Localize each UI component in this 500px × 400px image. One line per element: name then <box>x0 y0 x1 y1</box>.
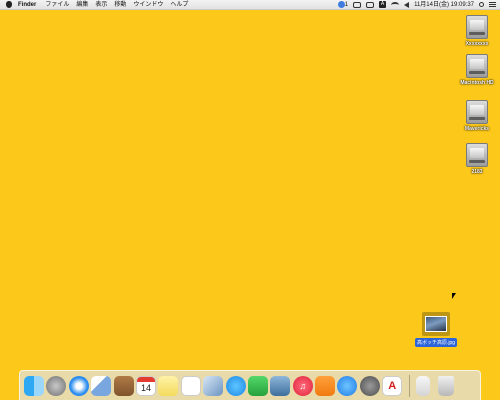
screens-status[interactable] <box>353 1 362 8</box>
clock[interactable]: 11月14日(金) 19:09:37 <box>414 0 474 10</box>
menu-bar: Finder ファイル 編集 表示 移動 ウインドウ ヘルプ 1 A 11月14… <box>0 0 500 10</box>
screens-icon <box>353 1 362 8</box>
status-menus: 1 A 11月14日(金) 19:09:37 <box>333 0 496 10</box>
desktop-file-jpg[interactable]: 高ボッチ高原.jpg <box>414 312 458 347</box>
mail-icon[interactable] <box>91 375 112 396</box>
drive-label: Xxxxxxxx <box>465 41 489 47</box>
hard-drive-icon <box>466 100 488 124</box>
menu-window[interactable]: ウインドウ <box>133 0 163 10</box>
sync-icon <box>337 1 345 8</box>
notes-icon[interactable] <box>158 375 179 396</box>
calendar-day: 14 <box>140 382 151 393</box>
drive-label: Mavericks <box>464 126 490 132</box>
desktop-drive-4[interactable]: 2183 <box>447 143 500 175</box>
wifi-icon <box>391 1 400 8</box>
desktop-drive-2[interactable]: Macintosh HD <box>447 54 500 86</box>
desktop-drive-3[interactable]: Mavericks <box>447 100 500 132</box>
app-store-icon[interactable] <box>337 375 358 396</box>
menu-app-finder[interactable]: Finder <box>18 0 36 10</box>
menu-edit[interactable]: 編集 <box>76 0 88 10</box>
finder-icon[interactable] <box>24 375 44 396</box>
music-note-icon: ♫ <box>299 380 307 391</box>
timemachine-status[interactable] <box>366 1 375 8</box>
image-thumbnail-icon <box>425 316 447 332</box>
contacts-icon[interactable] <box>113 375 134 396</box>
volume-status[interactable] <box>404 1 410 8</box>
file-label: 高ボッチ高原.jpg <box>414 338 458 347</box>
input-source-icon: A <box>379 1 387 8</box>
notification-center-icon <box>489 2 496 7</box>
documents-folder-icon[interactable] <box>415 375 430 396</box>
trash-icon[interactable] <box>437 375 454 396</box>
menu-view[interactable]: 表示 <box>95 0 107 10</box>
input-source-status[interactable]: A <box>379 1 387 8</box>
wifi-status[interactable] <box>391 1 400 8</box>
iphoto-icon[interactable] <box>270 375 291 396</box>
menu-file[interactable]: ファイル <box>45 0 69 10</box>
drive-label: Macintosh HD <box>460 80 494 86</box>
itunes-icon[interactable]: ♫ <box>292 375 313 396</box>
desktop-drive-1[interactable]: Xxxxxxxx <box>447 15 500 47</box>
volume-icon <box>404 1 410 8</box>
hard-drive-icon <box>466 15 488 39</box>
sync-status[interactable]: 1 <box>337 0 349 10</box>
facetime-icon[interactable] <box>247 375 268 396</box>
apple-menu-icon[interactable] <box>6 1 12 8</box>
drive-label: 2183 <box>471 169 483 175</box>
preview-icon[interactable] <box>203 375 224 396</box>
file-thumbnail-selection <box>422 312 450 336</box>
hard-drive-icon <box>466 143 488 167</box>
system-preferences-icon[interactable] <box>359 375 380 396</box>
time-machine-icon <box>366 1 375 8</box>
dock-separator <box>408 374 410 397</box>
sync-count: 1 <box>344 1 349 8</box>
calendar-icon[interactable]: 14 <box>135 375 156 396</box>
menu-go[interactable]: 移動 <box>114 0 126 10</box>
reminders-icon[interactable] <box>180 375 201 396</box>
ibooks-icon[interactable] <box>315 375 336 396</box>
spotlight-icon <box>479 2 484 7</box>
menu-help[interactable]: ヘルプ <box>170 0 188 10</box>
launchpad-icon[interactable] <box>46 375 67 396</box>
safari-icon[interactable] <box>68 375 89 396</box>
hard-drive-icon <box>466 54 488 78</box>
spotlight-status[interactable] <box>479 2 484 7</box>
acrobat-icon[interactable]: A <box>382 375 403 396</box>
messages-icon[interactable] <box>225 375 246 396</box>
mouse-cursor-icon <box>452 293 456 299</box>
dock: 14 ♫ A <box>19 370 481 400</box>
notification-center-status[interactable] <box>489 2 496 7</box>
acrobat-glyph: A <box>388 379 397 392</box>
